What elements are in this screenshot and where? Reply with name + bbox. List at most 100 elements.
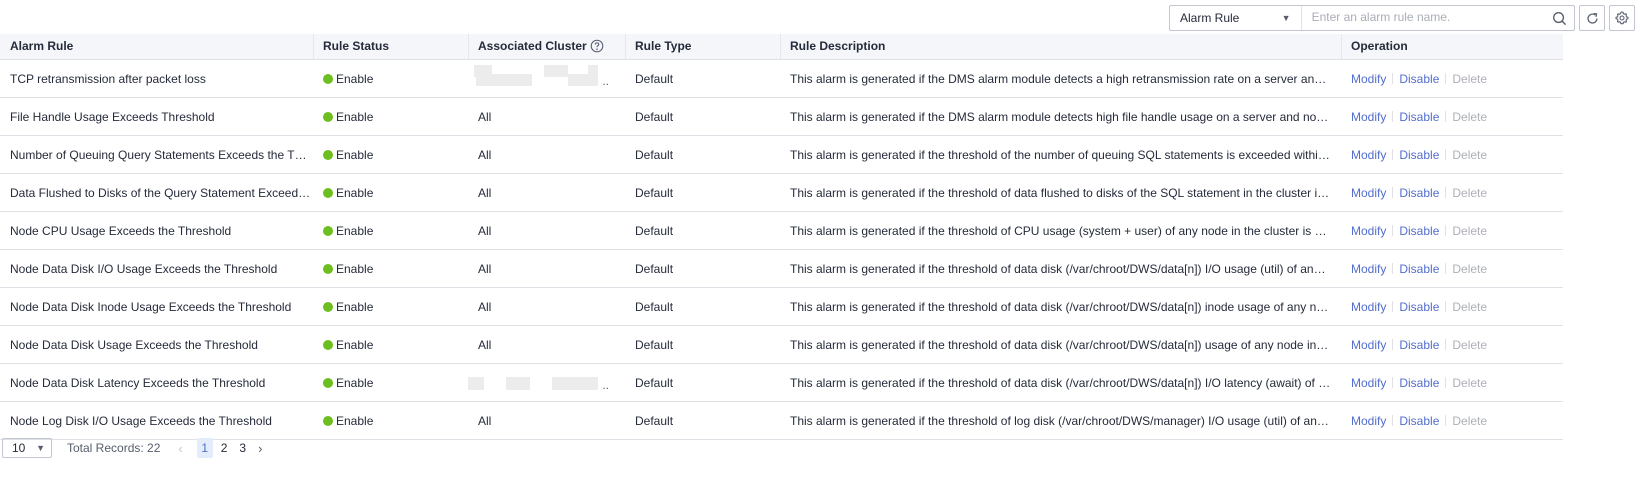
modify-link[interactable]: Modify: [1351, 186, 1386, 200]
rule-status: Enable: [313, 300, 468, 314]
rule-description: This alarm is generated if the threshold…: [790, 337, 1341, 352]
modify-link[interactable]: Modify: [1351, 376, 1386, 390]
associated-cluster-masked: ..: [468, 61, 625, 97]
filter-select[interactable]: Alarm Rule ▼: [1170, 6, 1302, 30]
table-row: File Handle Usage Exceeds Threshold Enabl…: [0, 98, 1563, 136]
modify-link[interactable]: Modify: [1351, 224, 1386, 238]
ellipsis: ..: [602, 377, 609, 392]
pagination: 10 ▼ Total Records: 22 ‹ 123 ›: [2, 437, 262, 459]
rule-status-label: Enable: [336, 337, 374, 352]
page-2[interactable]: 2: [221, 441, 228, 455]
refresh-button[interactable]: [1579, 5, 1605, 31]
separator: [1392, 300, 1394, 312]
separator: [1445, 300, 1447, 312]
rule-status-label: Enable: [336, 299, 374, 314]
status-dot-icon: [323, 73, 333, 84]
rule-description: This alarm is generated if the threshold…: [790, 185, 1341, 200]
modify-link[interactable]: Modify: [1351, 338, 1386, 352]
rule-type: Default: [635, 185, 674, 200]
table-row: Node Log Disk I/O Usage Exceeds the Thre…: [0, 402, 1563, 440]
status-dot-icon: [323, 111, 333, 122]
search-button[interactable]: [1545, 6, 1574, 30]
column-header-alarm-rule: Alarm Rule: [10, 39, 74, 53]
rule-type: Default: [635, 71, 674, 86]
rule-description: This alarm is generated if the threshold…: [790, 223, 1341, 238]
rule-status-label: Enable: [336, 71, 374, 86]
ellipsis: ..: [602, 73, 609, 88]
delete-link: Delete: [1452, 413, 1488, 428]
separator: [1392, 224, 1394, 236]
page-1[interactable]: 1: [196, 438, 213, 458]
rule-status: Enable: [313, 72, 468, 86]
associated-cluster: All: [478, 109, 492, 124]
rule-status-label: Enable: [336, 147, 374, 162]
page-size-value: 10: [12, 441, 26, 455]
separator: [1445, 72, 1447, 84]
settings-button[interactable]: [1609, 5, 1635, 31]
delete-link: Delete: [1452, 223, 1488, 238]
column-header-associated-cluster: Associated Cluster: [468, 34, 625, 59]
disable-link[interactable]: Disable: [1399, 376, 1439, 390]
disable-link[interactable]: Disable: [1399, 72, 1439, 86]
rule-status-label: Enable: [336, 375, 374, 390]
alarm-rule-name: File Handle Usage Exceeds Threshold: [10, 109, 215, 124]
modify-link[interactable]: Modify: [1351, 414, 1386, 428]
separator: [1445, 262, 1447, 274]
caret-down-icon: ▼: [1281, 13, 1291, 23]
page-size-select[interactable]: 10 ▼: [2, 438, 52, 458]
masked-block: [476, 73, 532, 86]
caret-down-icon: ▼: [36, 443, 45, 453]
alarm-rule-name: Node Data Disk Latency Exceeds the Thres…: [10, 375, 266, 390]
page-3[interactable]: 3: [239, 441, 246, 455]
search-input[interactable]: [1301, 6, 1545, 28]
help-icon[interactable]: [590, 39, 604, 53]
modify-link[interactable]: Modify: [1351, 148, 1386, 162]
rule-status: Enable: [313, 414, 468, 428]
disable-link[interactable]: Disable: [1399, 414, 1439, 428]
disable-link[interactable]: Disable: [1399, 300, 1439, 314]
separator: [1445, 186, 1447, 198]
masked-block: [588, 64, 598, 74]
filter-select-label: Alarm Rule: [1180, 11, 1240, 25]
operation-cell: Modify Disable Delete: [1341, 224, 1563, 238]
rule-status: Enable: [313, 148, 468, 162]
rule-type: Default: [635, 223, 674, 238]
rule-status-label: Enable: [336, 223, 374, 238]
modify-link[interactable]: Modify: [1351, 262, 1386, 276]
masked-block: [574, 376, 598, 390]
masked-block: [544, 64, 568, 77]
delete-link: Delete: [1452, 71, 1488, 86]
search-box: Alarm Rule ▼: [1169, 5, 1575, 31]
alarm-rules-table: Alarm Rule Rule Status Associated Cluste…: [0, 34, 1563, 440]
associated-cluster: All: [478, 147, 492, 162]
disable-link[interactable]: Disable: [1399, 262, 1439, 276]
status-dot-icon: [323, 187, 333, 198]
associated-cluster: All: [478, 299, 492, 314]
rule-status-label: Enable: [336, 185, 374, 200]
table-row: Node CPU Usage Exceeds the Threshold Enab…: [0, 212, 1563, 250]
rule-type: Default: [635, 413, 674, 428]
disable-link[interactable]: Disable: [1399, 148, 1439, 162]
refresh-icon: [1586, 12, 1598, 24]
rule-type: Default: [635, 299, 674, 314]
separator: [1392, 414, 1394, 426]
rule-status: Enable: [313, 338, 468, 352]
disable-link[interactable]: Disable: [1399, 186, 1439, 200]
operation-cell: Modify Disable Delete: [1341, 148, 1563, 162]
disable-link[interactable]: Disable: [1399, 224, 1439, 238]
operation-cell: Modify Disable Delete: [1341, 414, 1563, 428]
disable-link[interactable]: Disable: [1399, 338, 1439, 352]
delete-link: Delete: [1452, 109, 1488, 124]
modify-link[interactable]: Modify: [1351, 300, 1386, 314]
modify-link[interactable]: Modify: [1351, 72, 1386, 86]
separator: [1392, 376, 1394, 388]
rule-description: This alarm is generated if the threshold…: [790, 261, 1341, 276]
table-row: Data Flushed to Disks of the Query State…: [0, 174, 1563, 212]
separator: [1392, 110, 1394, 122]
rule-description: This alarm is generated if the DMS alarm…: [790, 109, 1341, 124]
rule-type: Default: [635, 147, 674, 162]
chevron-right-icon[interactable]: ›: [258, 441, 262, 456]
modify-link[interactable]: Modify: [1351, 110, 1386, 124]
disable-link[interactable]: Disable: [1399, 110, 1439, 124]
rule-status: Enable: [313, 224, 468, 238]
